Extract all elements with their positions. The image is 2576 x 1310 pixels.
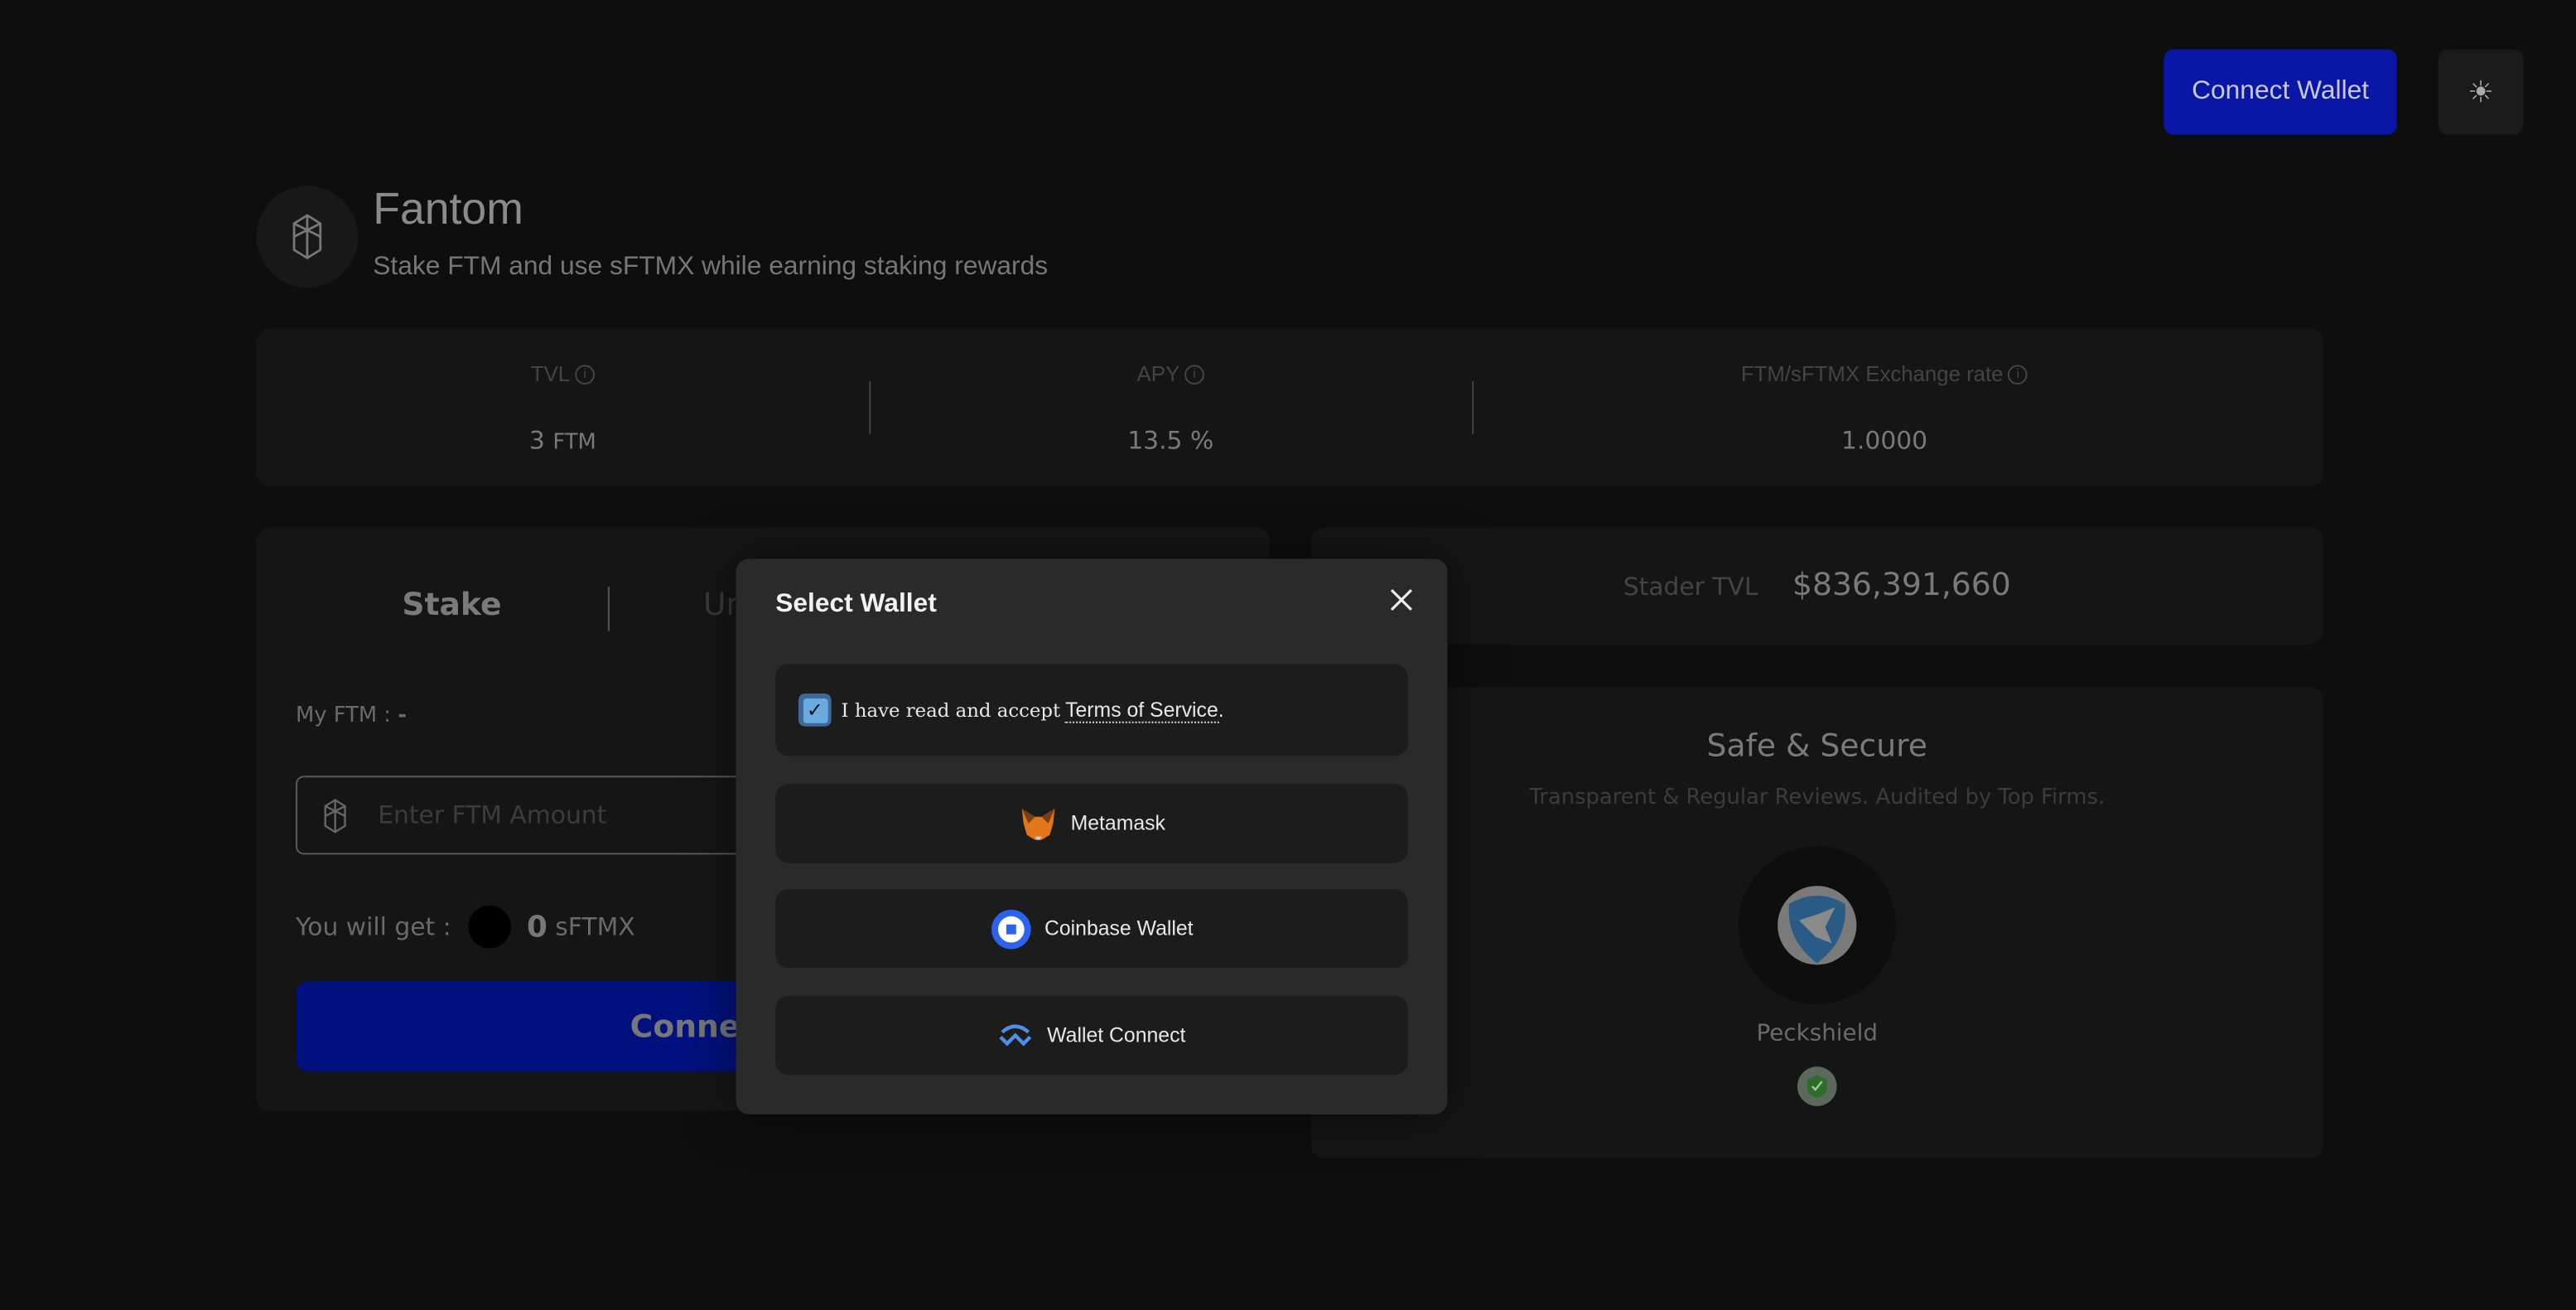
fantom-icon bbox=[324, 798, 346, 833]
balance-row: My FTM : - bbox=[296, 703, 407, 728]
terms-of-service-link[interactable]: Terms of Service bbox=[1065, 698, 1218, 723]
wallet-option-coinbase[interactable]: Coinbase Wallet bbox=[775, 889, 1408, 969]
receive-unit: sFTMX bbox=[555, 911, 635, 942]
stat-label: APY bbox=[1136, 361, 1180, 387]
page-subtitle: Stake FTM and use sFTMX while earning st… bbox=[373, 253, 1049, 282]
stader-tvl-card: Stader TVL $836,391,660 bbox=[1310, 527, 2323, 645]
check-icon: ✓ bbox=[802, 697, 827, 723]
sftmx-icon bbox=[467, 905, 511, 949]
metamask-fox-icon bbox=[1021, 808, 1054, 840]
terms-checkbox[interactable]: ✓ bbox=[798, 694, 832, 727]
stat-value: 13.5 % bbox=[1127, 425, 1214, 456]
stader-tvl-label: Stader TVL bbox=[1623, 572, 1758, 602]
tab-divider bbox=[607, 587, 610, 631]
terms-suffix: . bbox=[1218, 698, 1224, 722]
select-wallet-modal: Select Wallet ✓ I have read and accept T… bbox=[736, 558, 1448, 1114]
wallet-label: Wallet Connect bbox=[1047, 1023, 1186, 1047]
auditor-name: Peckshield bbox=[1756, 1020, 1878, 1047]
terms-box: ✓ I have read and accept Terms of Servic… bbox=[775, 664, 1408, 757]
header-connect-wallet-button[interactable]: Connect Wallet bbox=[2164, 49, 2397, 135]
walletconnect-icon bbox=[1000, 1024, 1032, 1047]
wallet-option-walletconnect[interactable]: Wallet Connect bbox=[775, 996, 1408, 1076]
balance-label: My FTM : bbox=[296, 703, 392, 728]
stat-label: FTM/sFTMX Exchange rate bbox=[1740, 361, 2004, 387]
receive-value: 0 bbox=[526, 909, 548, 945]
tab-stake[interactable]: Stake bbox=[256, 587, 647, 623]
security-subtitle: Transparent & Regular Reviews. Audited b… bbox=[1529, 786, 2106, 810]
stat-value: 1.0000 bbox=[1841, 425, 1928, 456]
wallet-option-metamask[interactable]: Metamask bbox=[775, 784, 1408, 863]
info-icon[interactable]: i bbox=[575, 365, 595, 385]
info-icon[interactable]: i bbox=[1184, 365, 1204, 385]
peckshield-icon bbox=[1778, 886, 1857, 965]
stat-apy: APY i 13.5 % bbox=[869, 329, 1472, 486]
sun-icon: ☀ bbox=[2467, 75, 2495, 109]
stats-card: TVL i 3 FTM APY i 13.5 % FTM/sFTMX Exchang… bbox=[256, 328, 2323, 487]
connect-wallet-label: Connect Wallet bbox=[2192, 77, 2370, 105]
receive-row: You will get : 0 sFTMX bbox=[296, 905, 635, 949]
stat-tvl: TVL i 3 FTM bbox=[256, 329, 869, 486]
close-button[interactable] bbox=[1387, 585, 1416, 615]
info-icon[interactable]: i bbox=[2008, 365, 2028, 385]
wallet-label: Metamask bbox=[1070, 811, 1165, 835]
terms-text: I have read and accept bbox=[841, 698, 1061, 722]
stat-unit: FTM bbox=[552, 430, 596, 456]
page-title: Fantom bbox=[373, 184, 523, 234]
theme-toggle-button[interactable]: ☀ bbox=[2438, 49, 2524, 135]
security-title: Safe & Secure bbox=[1706, 728, 1927, 765]
receive-label: You will get : bbox=[296, 911, 451, 942]
close-icon bbox=[1390, 588, 1412, 611]
amount-placeholder: Enter FTM Amount bbox=[378, 800, 607, 830]
stat-label: TVL bbox=[530, 361, 571, 387]
stader-tvl-value: $836,391,660 bbox=[1792, 567, 2011, 603]
coinbase-icon bbox=[991, 908, 1031, 949]
stat-exchange-rate: FTM/sFTMX Exchange rate i 1.0000 bbox=[1472, 329, 2297, 486]
modal-title: Select Wallet bbox=[775, 590, 937, 618]
verified-shield-icon bbox=[1797, 1066, 1837, 1106]
wallet-label: Coinbase Wallet bbox=[1044, 916, 1194, 940]
peckshield-logo[interactable] bbox=[1738, 846, 1896, 1004]
balance-value: - bbox=[398, 703, 407, 728]
stat-value: 3 bbox=[528, 425, 545, 456]
security-card: Safe & Secure Transparent & Regular Revi… bbox=[1310, 687, 2323, 1159]
fantom-logo-icon bbox=[256, 186, 359, 288]
